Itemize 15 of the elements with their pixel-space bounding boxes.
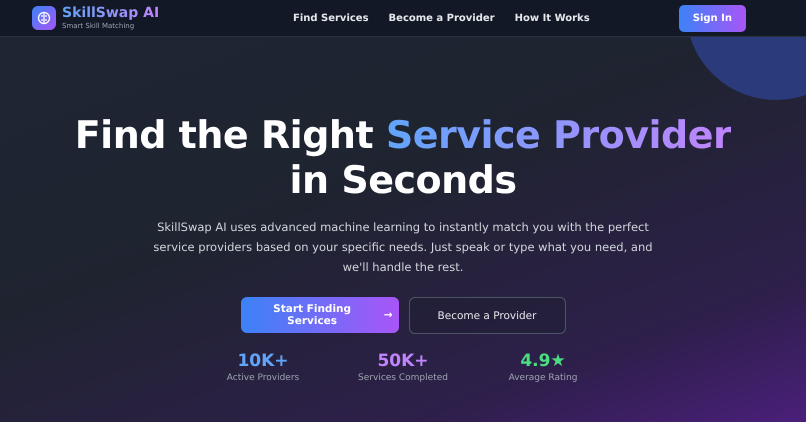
nav-link[interactable]: How It Works: [514, 12, 590, 24]
hero-description: SkillSwap AI uses advanced machine learning to instantly match you with the perfect service providers based on your specific needs. Just speak or type what you need, and we'll handle the rest.: [153, 219, 653, 276]
stat-value: 50K+: [377, 351, 429, 371]
stat-label: Active Providers: [226, 373, 300, 383]
stat-label: Average Rating: [508, 373, 578, 383]
stat-value: 4.9★: [520, 351, 566, 371]
stat-label: Services Completed: [358, 373, 448, 383]
nav-link[interactable]: Become a Provider: [388, 12, 495, 24]
become-provider-button[interactable]: Become a Provider: [408, 297, 566, 334]
brand-name: SkillSwap AI: [62, 6, 160, 22]
hero-heading: Find the Right Service Provider in Seconds: [74, 113, 732, 203]
nav-link[interactable]: Find Services: [293, 12, 369, 24]
sign-in-button[interactable]: Sign In: [678, 4, 746, 32]
start-finding-services-button[interactable]: Start Finding Services →: [240, 297, 398, 333]
stat-value: 10K+: [237, 351, 289, 371]
